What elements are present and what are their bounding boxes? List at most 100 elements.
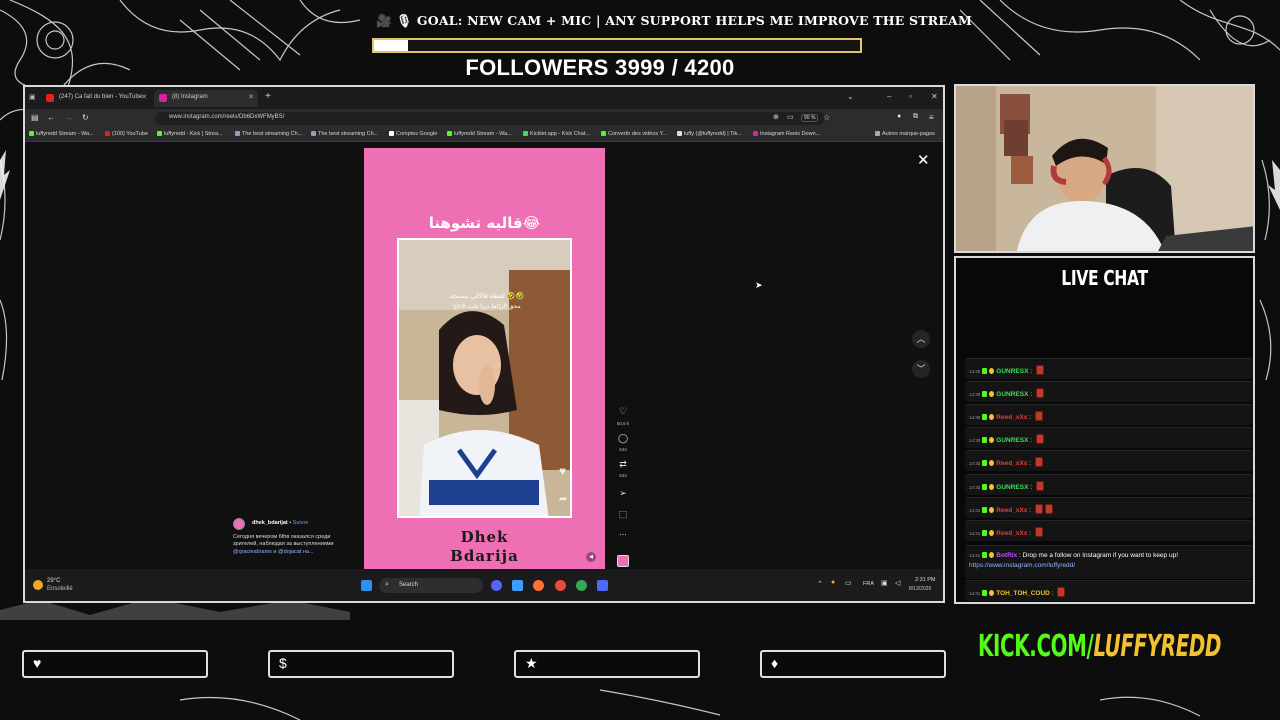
obs-icon[interactable] bbox=[555, 580, 566, 591]
chat-username[interactable]: GUNRESX bbox=[996, 391, 1028, 398]
forward-icon[interactable]: → bbox=[65, 113, 73, 122]
sub-badge-icon bbox=[989, 391, 995, 397]
bookmark-item[interactable]: luffy (@luffyredd) | Tik... bbox=[677, 131, 742, 137]
reel-caption-1: لقطة فالالي بسنحة 🤣🤣 bbox=[450, 291, 525, 300]
tab-list-icon[interactable]: ⌄ bbox=[847, 92, 854, 101]
chat-username[interactable]: GUNRESX bbox=[996, 368, 1028, 375]
comment-icon[interactable]: ◯ bbox=[615, 433, 631, 444]
mute-icon[interactable]: ◀ bbox=[586, 552, 596, 562]
repost-icon[interactable]: ⇄ bbox=[615, 459, 631, 470]
reel-mentions[interactable]: @qracieabrams и @dojacat на... bbox=[233, 549, 353, 557]
windows-start-icon[interactable] bbox=[361, 580, 372, 591]
bookmark-item[interactable]: Convertir des vidéos Y... bbox=[601, 131, 667, 137]
chevron-down-icon[interactable]: ﹀ bbox=[912, 360, 930, 378]
avatar[interactable] bbox=[233, 518, 245, 530]
close-window-icon[interactable]: ✕ bbox=[931, 92, 938, 101]
bookmarks-bar: luffyredd Stream - Wa... (100) YouTube l… bbox=[25, 127, 943, 142]
author-name[interactable]: dhek_bdarijat bbox=[252, 520, 288, 526]
kick-badge-icon bbox=[982, 484, 988, 490]
bookmark-item[interactable]: The best streaming Ch... bbox=[235, 131, 302, 137]
streamer-webcam-illustration bbox=[956, 86, 1253, 251]
microphone-icon[interactable]: ● bbox=[831, 579, 835, 586]
minimize-icon[interactable]: – bbox=[887, 92, 891, 101]
chat-username[interactable]: Reed_xXx bbox=[996, 460, 1027, 467]
kick-badge-icon bbox=[982, 590, 988, 596]
kick-badge-icon bbox=[982, 437, 988, 443]
chat-username[interactable]: TOH_TOH_COUD bbox=[996, 590, 1050, 597]
follow-button[interactable]: Suivre bbox=[293, 520, 309, 526]
discord-icon[interactable] bbox=[491, 580, 502, 591]
language-indicator[interactable]: FRA bbox=[863, 581, 874, 587]
bookmark-item[interactable]: Instagram Reels Down... bbox=[753, 131, 820, 137]
maximize-icon[interactable]: ▫ bbox=[909, 92, 912, 101]
screen-share-icon[interactable]: ▭ bbox=[787, 113, 794, 121]
firefox-icon[interactable] bbox=[533, 580, 544, 591]
audio-thumbnail-icon[interactable] bbox=[617, 555, 629, 567]
send-icon[interactable]: ➢ bbox=[615, 488, 631, 499]
sub-badge-icon bbox=[989, 484, 995, 490]
search-icon: ⌕ bbox=[385, 581, 389, 588]
extensions-icon[interactable]: ⧉ bbox=[913, 113, 918, 121]
bookmark-item[interactable]: The best streaming Ch... bbox=[311, 131, 378, 137]
chat-username[interactable]: BotRix bbox=[996, 552, 1017, 559]
url-input[interactable]: www.instagram.com/reels/Db6DxWFMyBS/ bbox=[155, 112, 825, 125]
panel-button-dollar[interactable]: $ bbox=[268, 650, 454, 678]
share-icon: ➦ bbox=[559, 494, 567, 505]
bookmark-item[interactable]: luffyredd Stream - Wa... bbox=[29, 131, 94, 137]
close-icon[interactable]: ✕ bbox=[248, 93, 254, 101]
panel-button-star[interactable]: ★ bbox=[514, 650, 700, 678]
browser-menu-icon[interactable]: ▣ bbox=[29, 93, 36, 101]
network-icon[interactable]: ▣ bbox=[881, 579, 888, 587]
panel-button-heart[interactable]: ♥ bbox=[22, 650, 208, 678]
chat-username[interactable]: Reed_xXx bbox=[996, 530, 1027, 537]
profile-icon[interactable]: ● bbox=[897, 113, 901, 120]
chat-separator: : bbox=[1027, 530, 1033, 537]
clock-time[interactable]: 2:31 PM bbox=[915, 577, 935, 583]
reel-video[interactable]: قاليه تشوهنا😂 لقطة فالالي بسنحة 🤣🤣 محق ا… bbox=[364, 148, 605, 570]
chat-separator: : bbox=[1027, 460, 1033, 467]
kick-prefix: KICK.COM/ bbox=[978, 629, 1094, 664]
reload-icon[interactable]: ↻ bbox=[82, 113, 89, 122]
app-icon[interactable] bbox=[597, 580, 608, 591]
panel-button-diamond[interactable]: ♦ bbox=[760, 650, 946, 678]
bookmark-item[interactable]: Comptes Google bbox=[389, 131, 437, 137]
more-icon[interactable]: ... bbox=[615, 527, 631, 537]
chat-separator: : bbox=[1028, 437, 1034, 444]
volume-icon[interactable]: ◁ bbox=[895, 579, 900, 587]
bookmark-item[interactable]: (100) YouTube bbox=[105, 131, 148, 137]
like-icon[interactable]: ♡ bbox=[615, 406, 631, 417]
new-tab-button[interactable]: + bbox=[265, 91, 271, 102]
file-explorer-icon[interactable] bbox=[512, 580, 523, 591]
keyboard-icon[interactable]: ▭ bbox=[845, 579, 852, 587]
chat-username[interactable]: Reed_xXx bbox=[996, 414, 1027, 421]
chat-message: 14:30 GUNRESX : bbox=[965, 358, 1253, 379]
tray-chevron-icon[interactable]: ⌃ bbox=[817, 580, 823, 588]
tab-youtube[interactable]: (247) Ca fait du bien - YouTube ✕ bbox=[41, 90, 151, 107]
chevron-up-icon[interactable]: ︿ bbox=[912, 330, 930, 348]
chat-username[interactable]: GUNRESX bbox=[996, 484, 1028, 491]
tab-instagram[interactable]: (8) Instagram ✕ bbox=[154, 90, 258, 107]
bookmark-item[interactable]: Kicklet.app - Kick Chat... bbox=[523, 131, 590, 137]
chat-timestamp: 14:31 bbox=[969, 553, 981, 558]
back-icon[interactable]: ← bbox=[47, 113, 55, 122]
save-icon[interactable]: ⬚ bbox=[615, 509, 631, 520]
chat-link[interactable]: https://www.instagram.com/luffyredd/ bbox=[969, 562, 1253, 569]
bookmarks-folder[interactable]: Autres marque-pages bbox=[875, 131, 935, 137]
sub-badge-icon bbox=[989, 552, 995, 558]
emote-icon bbox=[1034, 411, 1043, 421]
clock-date[interactable]: 8/13/2026 bbox=[909, 586, 931, 592]
taskbar-search[interactable]: ⌕ Search bbox=[379, 578, 483, 593]
sidebar-icon[interactable]: ▤ bbox=[31, 113, 39, 122]
bookmark-item[interactable]: luffyredd - Kick | Strea... bbox=[157, 131, 223, 137]
close-reel-icon[interactable]: ✕ bbox=[917, 151, 930, 169]
bookmark-item[interactable]: luffyredd Stream - Wa... bbox=[447, 131, 512, 137]
install-icon[interactable]: ⊕ bbox=[773, 113, 779, 121]
menu-icon[interactable]: ≡ bbox=[929, 113, 934, 122]
bookmark-star-icon[interactable]: ☆ bbox=[823, 113, 830, 122]
zoom-level[interactable]: 90 % bbox=[801, 114, 819, 122]
chat-username[interactable]: Reed_xXx bbox=[996, 507, 1027, 514]
chrome-icon[interactable] bbox=[576, 580, 587, 591]
weather-label: Ensoleillé bbox=[47, 586, 73, 592]
chat-username[interactable]: GUNRESX bbox=[996, 437, 1028, 444]
close-icon[interactable]: ✕ bbox=[141, 93, 147, 101]
